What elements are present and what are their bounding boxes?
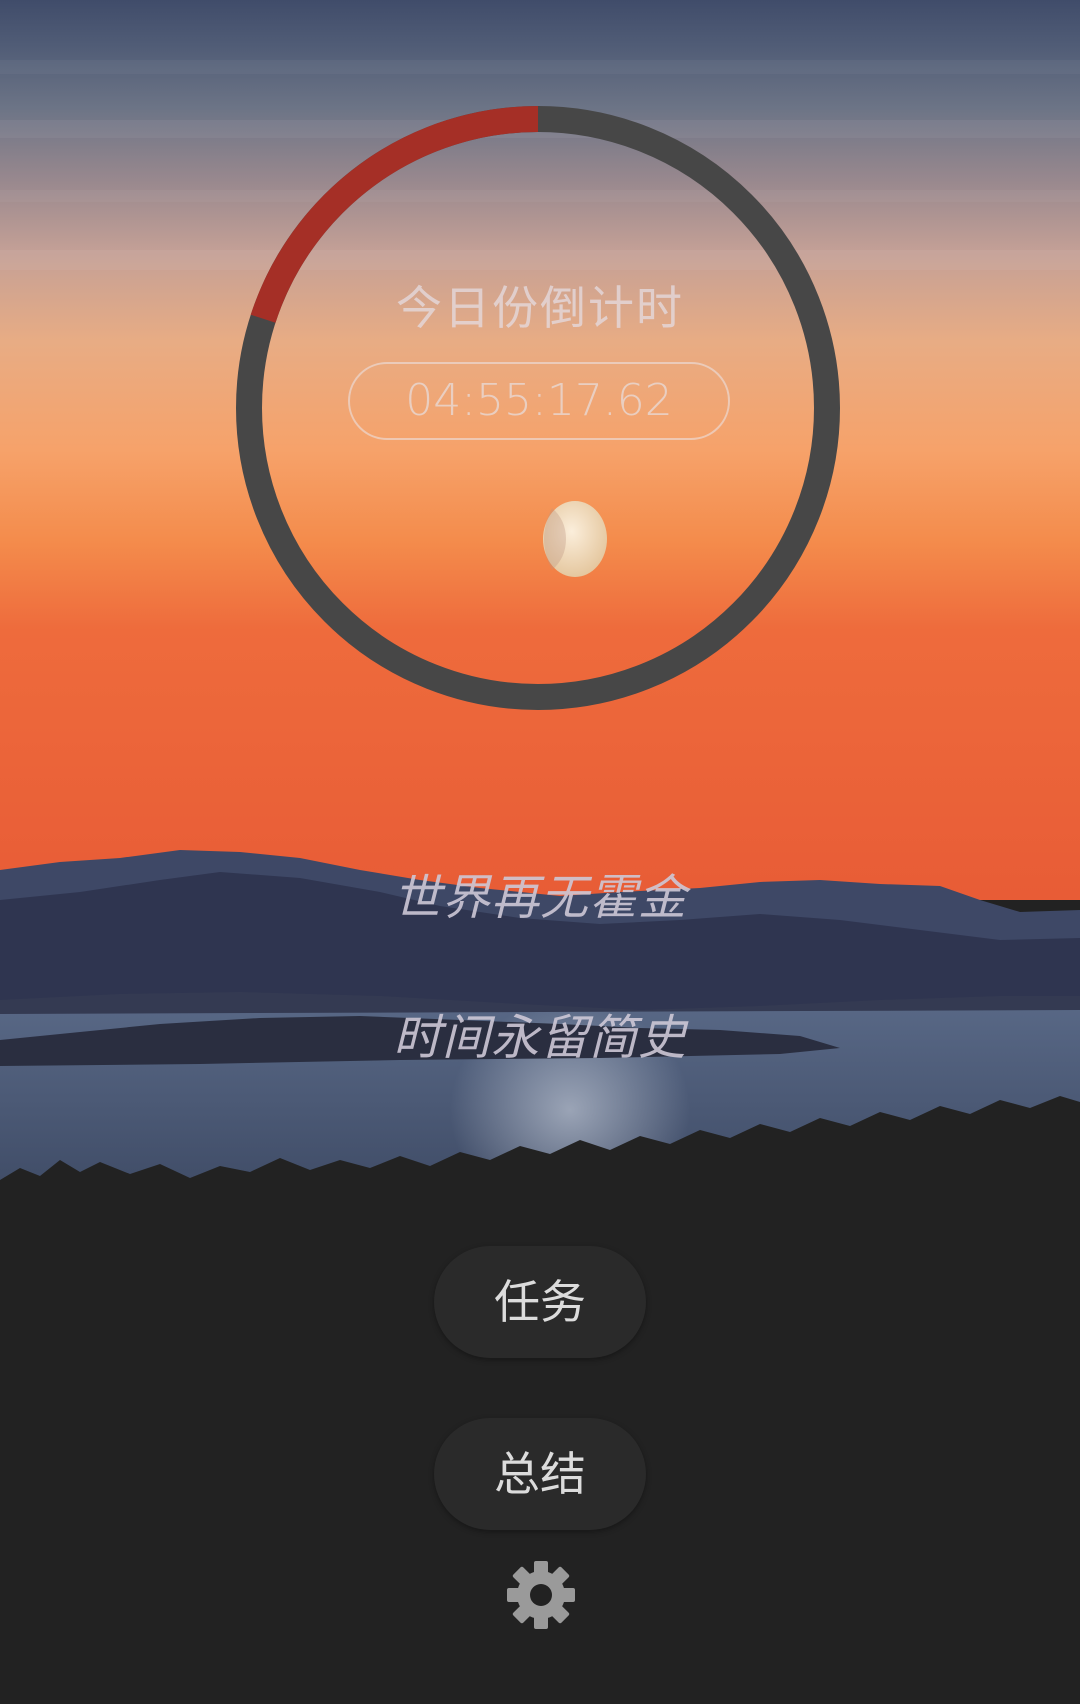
quote-line-2: 时间永留简史 <box>392 1010 687 1066</box>
countdown-screen: 今日份倒计时 04:55:17.62 世界再无霍金 时间永留简史 任务 总结 <box>0 0 1080 1704</box>
countdown-title: 今日份倒计时 <box>396 281 684 335</box>
moon-image <box>543 501 607 577</box>
gear-icon[interactable] <box>504 1558 578 1632</box>
summary-button[interactable]: 总结 <box>434 1418 646 1530</box>
countdown-time-display: 04:55:17.62 <box>348 362 730 440</box>
quote-line-1: 世界再无霍金 <box>392 870 687 926</box>
tasks-button[interactable]: 任务 <box>434 1246 646 1358</box>
